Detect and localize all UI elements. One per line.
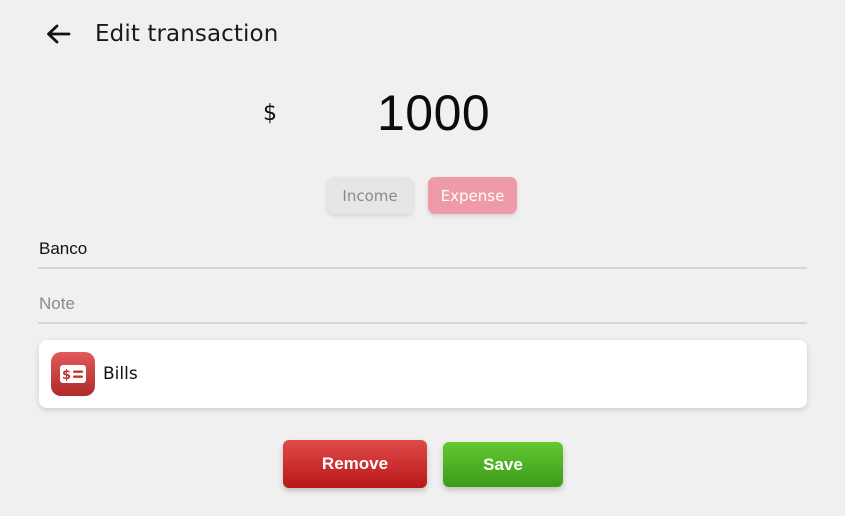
category-label: Bills [103, 364, 138, 384]
arrow-left-icon [47, 24, 71, 44]
page-title: Edit transaction [95, 21, 279, 47]
app-header: Edit transaction [0, 0, 845, 70]
amount-value[interactable]: 1000 [377, 84, 490, 142]
currency-symbol: $ [263, 101, 277, 126]
bill-icon: $ [51, 352, 95, 396]
save-button[interactable]: Save [443, 442, 563, 487]
back-button[interactable] [40, 18, 76, 50]
note-input[interactable] [38, 286, 807, 324]
account-input[interactable] [38, 231, 807, 269]
svg-text:$: $ [62, 368, 71, 383]
income-toggle-button[interactable]: Income [327, 177, 413, 214]
category-selector[interactable]: $ Bills [39, 340, 807, 408]
remove-button[interactable]: Remove [283, 440, 427, 488]
expense-toggle-button[interactable]: Expense [428, 177, 517, 214]
